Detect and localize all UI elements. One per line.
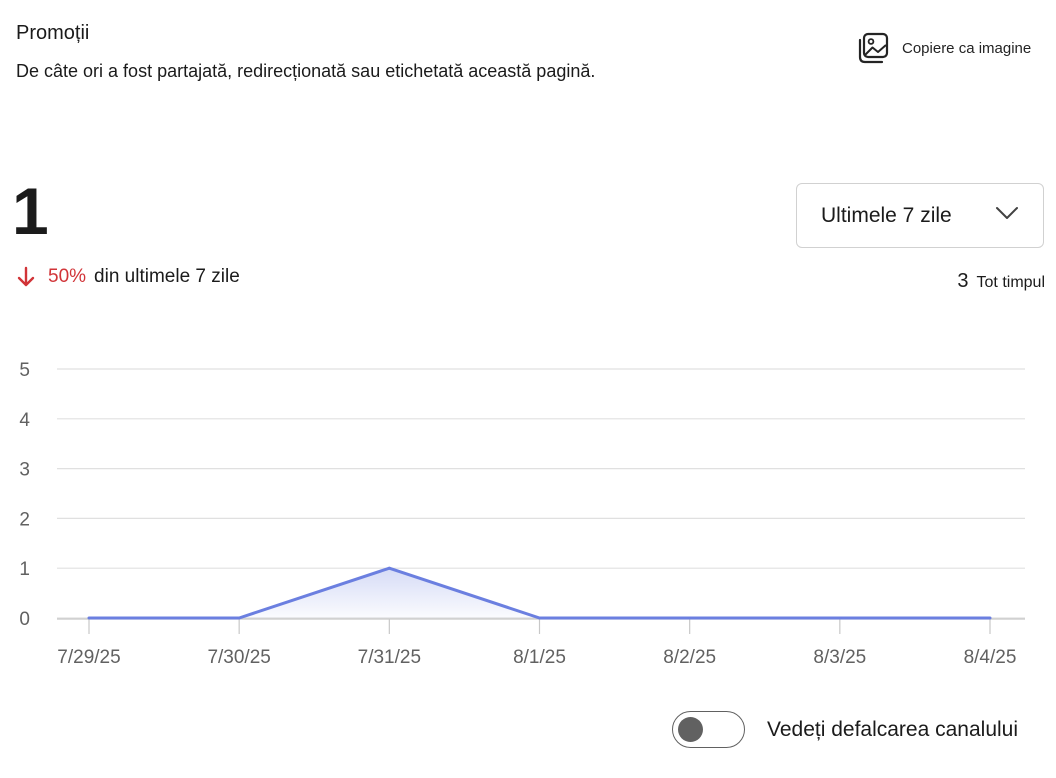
- x-tick-label: 8/1/25: [513, 647, 566, 668]
- promotions-count: 1: [12, 174, 49, 248]
- x-tick-label: 7/29/25: [57, 647, 120, 668]
- x-tick-label: 7/31/25: [358, 647, 421, 668]
- promotions-card: Promoții De câte ori a fost partajată, r…: [0, 0, 1056, 778]
- y-tick-label: 1: [19, 559, 30, 580]
- channel-breakdown-label: Vedeți defalcarea canalului: [767, 717, 1019, 741]
- change-percent: 50%: [48, 266, 87, 287]
- data-point: [387, 566, 391, 570]
- channel-breakdown-toggle-row: Vedeți defalcarea canalului: [672, 711, 1018, 748]
- copy-as-image-button[interactable]: Copiere ca imagine: [856, 30, 1031, 66]
- card-subtitle: De câte ori a fost partajată, redirecțio…: [16, 61, 596, 81]
- y-tick-label: 4: [19, 410, 30, 431]
- y-tick-label: 0: [19, 609, 30, 630]
- series-area: [89, 568, 990, 618]
- data-point: [838, 616, 842, 620]
- y-tick-label: 3: [19, 460, 30, 481]
- data-point: [237, 616, 241, 620]
- change-indicator: 50% din ultimele 7 zile: [16, 266, 240, 288]
- data-point: [688, 616, 692, 620]
- date-range-dropdown[interactable]: Ultimele 7 zile: [796, 183, 1044, 248]
- card-title: Promoții: [16, 22, 90, 44]
- channel-breakdown-toggle[interactable]: [672, 711, 745, 748]
- toggle-knob: [678, 717, 703, 742]
- x-tick-label: 8/4/25: [964, 647, 1017, 668]
- data-point: [538, 616, 541, 620]
- date-range-value: Ultimele 7 zile: [821, 203, 952, 227]
- chevron-down-icon: [995, 206, 1019, 225]
- data-point: [988, 616, 992, 620]
- change-period: din ultimele 7 zile: [94, 266, 240, 287]
- y-tick-label: 2: [19, 509, 30, 530]
- series-line: [89, 566, 990, 620]
- data-point: [87, 616, 91, 620]
- all-time-total: 3 Tot timpul: [957, 270, 1045, 293]
- x-tick-label: 7/30/25: [207, 647, 270, 668]
- image-icon: [856, 31, 890, 65]
- all-time-label: Tot timpul: [976, 274, 1045, 291]
- all-time-value: 3: [957, 270, 969, 292]
- x-tick-label: 8/2/25: [663, 647, 716, 668]
- y-tick-label: 5: [19, 360, 30, 381]
- copy-as-image-label: Copiere ca imagine: [902, 39, 1032, 57]
- arrow-down-icon: [16, 266, 36, 288]
- x-tick-label: 8/3/25: [813, 647, 866, 668]
- promotions-line-chart: 0 1 2 3 4 5 7/29/25 7/30/25 7/31/25 8/1/25 8/2/25 8…: [19, 360, 1025, 668]
